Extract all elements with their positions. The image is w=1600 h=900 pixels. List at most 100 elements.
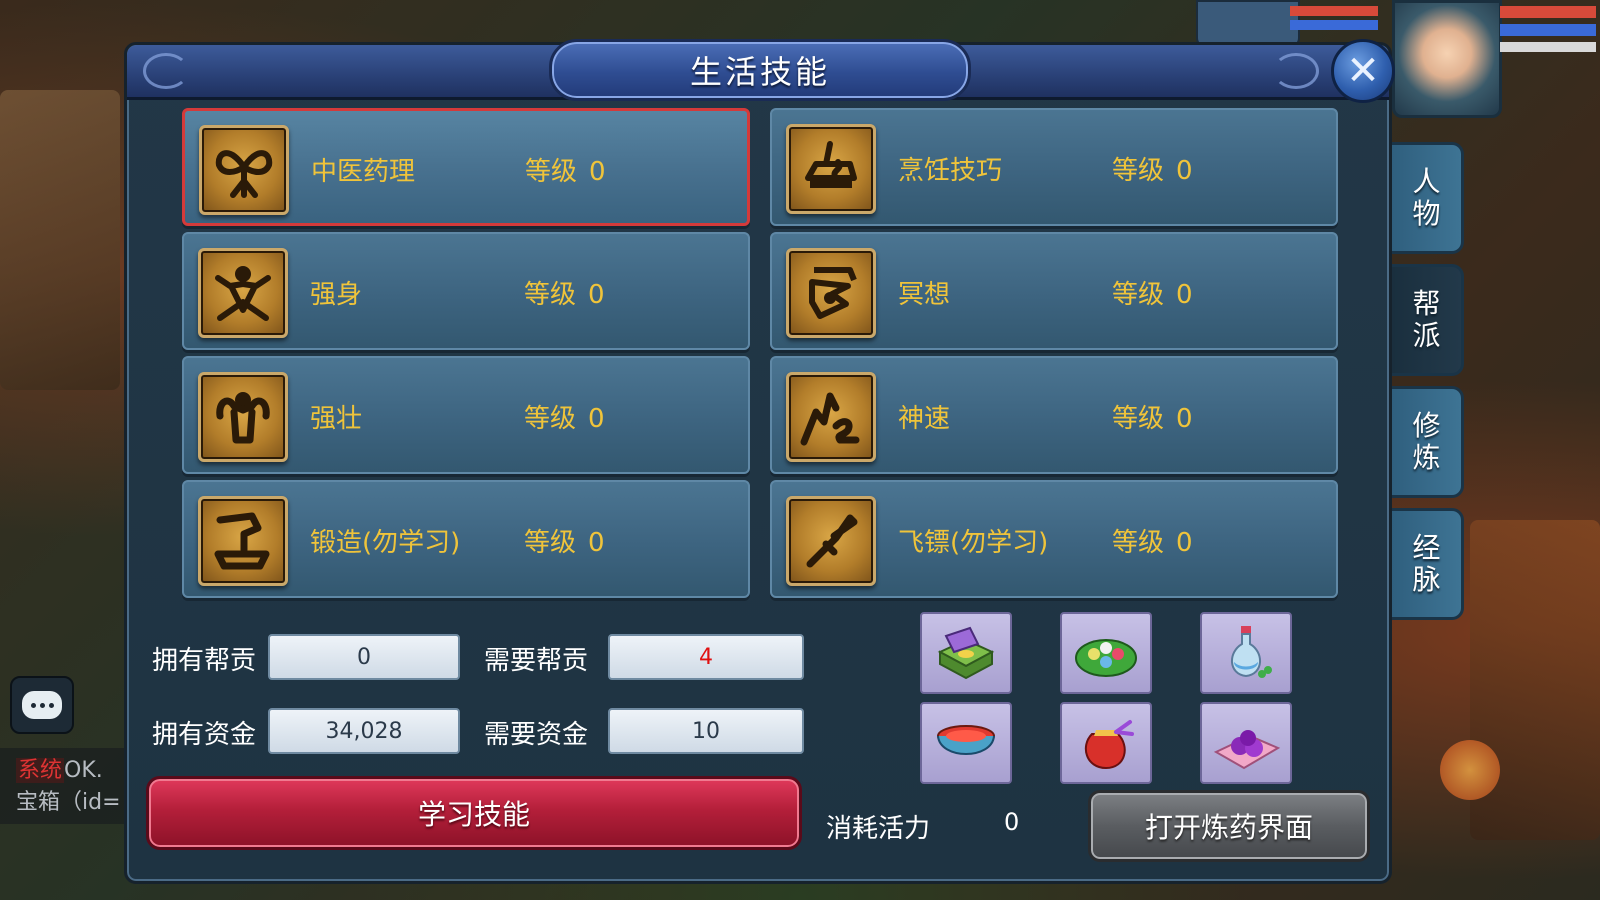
close-button[interactable]: ✕ [1331, 39, 1395, 103]
skill-name: 神速 [898, 404, 951, 434]
learn-skill-button[interactable]: 学习技能 [146, 776, 802, 850]
player-hp-bar [1500, 6, 1596, 18]
lucky-bag-icon[interactable] [1060, 702, 1152, 784]
skill-name: 中医药理 [311, 157, 416, 187]
pet-avatar-hud[interactable] [1196, 0, 1300, 48]
own-contribution-field: 0 [268, 634, 460, 680]
need-contribution-label: 需要帮贡 [484, 646, 589, 676]
skill-card-forging[interactable]: 锻造(勿学习) 等级 0 [182, 480, 750, 598]
skill-level: 等级 0 [1112, 274, 1193, 311]
player-exp-bar [1500, 42, 1596, 52]
skill-level: 等级 0 [1112, 398, 1193, 435]
tab-guild[interactable]: 帮 派 [1392, 264, 1464, 376]
chat-line-1-text: OK. [64, 758, 103, 783]
skill-level-label: 等级 [1112, 280, 1165, 310]
skill-level-label: 等级 [524, 404, 577, 434]
need-funds-label: 需要资金 [484, 720, 589, 750]
close-icon: ✕ [1346, 48, 1380, 94]
skill-level: 等级 0 [525, 151, 606, 188]
tab-cultivation[interactable]: 修 炼 [1392, 386, 1464, 498]
herb-icon [199, 125, 289, 215]
player-mp-bar [1500, 24, 1596, 36]
skill-level: 等级 0 [524, 274, 605, 311]
tab-label-bottom: 物 [1412, 197, 1441, 230]
skill-level-label: 等级 [524, 528, 577, 558]
skill-level-value: 0 [1176, 528, 1193, 558]
potion-flask-icon[interactable] [1200, 612, 1292, 694]
header-swirl-right [1273, 53, 1319, 89]
tab-label-bottom: 派 [1412, 319, 1441, 352]
skill-name: 飞镖(勿学习) [898, 528, 1049, 558]
stamina-cost-label: 消耗活力 [826, 814, 931, 844]
purple-pills-icon[interactable] [1200, 702, 1292, 784]
red-bowl-icon[interactable] [920, 702, 1012, 784]
skill-level-value: 0 [588, 404, 605, 434]
title-plate: 生活技能 [549, 39, 971, 101]
chat-line-2: 宝箱（id= [16, 790, 121, 815]
skill-card-herbal-medicine[interactable]: 中医药理 等级 0 [182, 108, 750, 226]
skill-name: 冥想 [898, 280, 951, 310]
skill-name: 烹饪技巧 [898, 156, 1003, 186]
skill-level-value: 0 [588, 280, 605, 310]
tab-character[interactable]: 人 物 [1392, 142, 1464, 254]
leaf-dumplings-icon[interactable] [1060, 612, 1152, 694]
meditation-icon [786, 248, 876, 338]
skill-card-speed[interactable]: 神速 等级 0 [770, 356, 1338, 474]
chat-line-1: 系统OK. [16, 752, 128, 784]
jewel-box-icon[interactable] [920, 612, 1012, 694]
skill-level: 等级 0 [524, 398, 605, 435]
panel-title: 生活技能 [689, 53, 830, 91]
forging-icon [198, 496, 288, 586]
pet-mp-bar [1290, 20, 1378, 30]
skill-level-value: 0 [589, 157, 606, 187]
skill-name: 锻造(勿学习) [310, 528, 461, 558]
tab-label-top: 修 [1412, 409, 1441, 442]
body-strength-icon [198, 248, 288, 338]
player-avatar[interactable] [1392, 0, 1502, 118]
need-contribution-field: 4 [608, 634, 804, 680]
chat-log[interactable]: 系统OK. 宝箱（id= [0, 748, 128, 824]
skill-name: 强身 [310, 280, 363, 310]
dart-icon [786, 496, 876, 586]
skill-card-muscle[interactable]: 强壮 等级 0 [182, 356, 750, 474]
cooking-icon [786, 124, 876, 214]
chat-button[interactable] [10, 676, 74, 734]
tab-label-bottom: 脉 [1412, 563, 1441, 596]
skill-name: 强壮 [310, 404, 363, 434]
skill-level-label: 等级 [525, 157, 578, 187]
own-funds-field: 34,028 [268, 708, 460, 754]
skill-card-body-strength[interactable]: 强身 等级 0 [182, 232, 750, 350]
stamina-cost-value: 0 [1004, 808, 1020, 836]
roof-left-decor [0, 90, 120, 390]
tab-label-bottom: 炼 [1412, 441, 1441, 474]
open-alchemy-button[interactable]: 打开炼药界面 [1088, 790, 1370, 862]
skill-card-cooking[interactable]: 烹饪技巧 等级 0 [770, 108, 1338, 226]
tab-label-top: 人 [1412, 165, 1441, 198]
muscle-icon [198, 372, 288, 462]
pet-hp-bar [1290, 6, 1378, 16]
header-swirl-left [143, 53, 189, 89]
skill-level: 等级 0 [1112, 522, 1193, 559]
skill-level-label: 等级 [1112, 404, 1165, 434]
tab-label-top: 经 [1412, 531, 1441, 564]
skill-level-value: 0 [588, 528, 605, 558]
skill-level: 等级 0 [524, 522, 605, 559]
system-tag: 系统 [16, 758, 65, 783]
skill-level-value: 0 [1176, 404, 1193, 434]
own-contribution-label: 拥有帮贡 [152, 646, 257, 676]
chat-bubble-icon [22, 691, 62, 719]
skill-level-label: 等级 [1112, 156, 1165, 186]
own-funds-label: 拥有资金 [152, 720, 257, 750]
lantern-decor [1440, 740, 1500, 800]
skill-level-label: 等级 [524, 280, 577, 310]
tab-meridians[interactable]: 经 脉 [1392, 508, 1464, 620]
need-funds-field: 10 [608, 708, 804, 754]
skill-card-meditation[interactable]: 冥想 等级 0 [770, 232, 1338, 350]
speed-icon [786, 372, 876, 462]
skill-level-label: 等级 [1112, 528, 1165, 558]
skill-card-dart[interactable]: 飞镖(勿学习) 等级 0 [770, 480, 1338, 598]
tab-label-top: 帮 [1412, 287, 1441, 320]
skill-level-value: 0 [1176, 156, 1193, 186]
skill-level: 等级 0 [1112, 150, 1193, 187]
skill-level-value: 0 [1176, 280, 1193, 310]
